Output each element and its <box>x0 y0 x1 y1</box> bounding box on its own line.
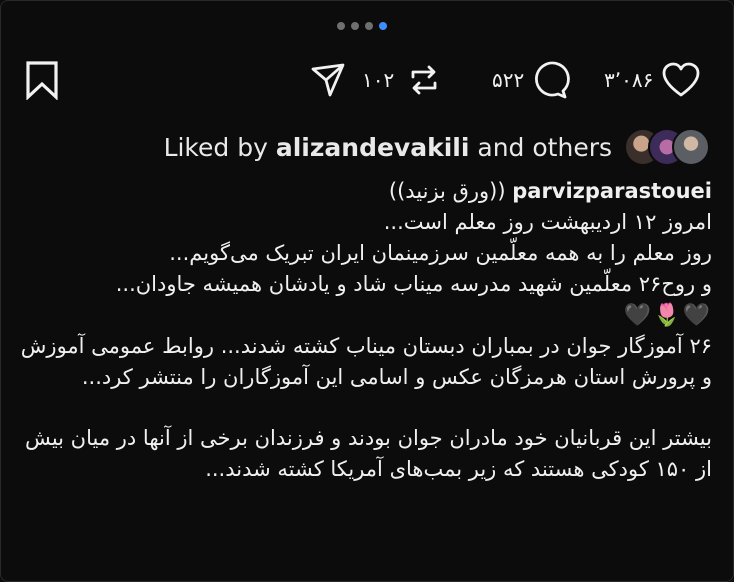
post-username[interactable]: parvizparastouei <box>512 179 712 203</box>
post-caption: parvizparastouei ((ورق بزنید)) امروز ۱۲ … <box>18 176 712 485</box>
like-group: ۳٬۰۸۶ <box>604 60 701 100</box>
liker-avatars[interactable] <box>624 128 710 166</box>
bookmark-icon[interactable] <box>24 60 60 101</box>
post-title: ((ورق بزنید)) <box>388 179 506 203</box>
liked-by-text[interactable]: Liked by alizandevakili and others <box>164 133 612 162</box>
like-count: ۳٬۰۸۶ <box>604 68 654 92</box>
repost-count: ۱۰۲ <box>362 68 395 92</box>
send-icon[interactable] <box>308 60 348 100</box>
repost-icon[interactable] <box>404 60 444 100</box>
carousel-dot-active[interactable] <box>379 22 387 30</box>
caption-line: و روح۲۶ معلّمین شهید مدرسه میناب شاد و ی… <box>115 272 712 296</box>
carousel-dot[interactable] <box>365 22 373 30</box>
action-bar: ۱۰۲ ۵۲۲ ۳٬۰۸۶ <box>0 52 734 112</box>
liked-by-prefix: Liked by <box>163 132 268 162</box>
heart-icon[interactable] <box>661 60 701 100</box>
caption-line: امروز ۱۲ اردیبهشت روز معلم است... <box>383 210 712 234</box>
comment-icon[interactable] <box>530 60 571 100</box>
carousel-indicator <box>337 22 387 30</box>
liked-by-row: Liked by alizandevakili and others <box>164 128 710 166</box>
carousel-dot[interactable] <box>337 22 345 30</box>
caption-paragraph: ۲۶ آموزگار جوان در بمباران دبستان میناب … <box>20 334 712 389</box>
liked-by-suffix: and others <box>477 132 612 162</box>
carousel-dot[interactable] <box>351 22 359 30</box>
comment-group: ۵۲۲ <box>492 60 571 100</box>
liked-by-user[interactable]: alizandevakili <box>276 133 470 162</box>
caption-line: روز معلم را به همه معلّمین سرزمینمان ایر… <box>169 241 712 265</box>
emoji-line: 🖤🌷🖤 <box>623 303 712 328</box>
repost-group: ۱۰۲ <box>308 60 444 100</box>
caption-paragraph: بیشتر این قربانیان خود مادران جوان بودند… <box>25 426 712 481</box>
comment-count: ۵۲۲ <box>492 68 525 92</box>
caption-header: parvizparastouei ((ورق بزنید)) <box>18 176 712 207</box>
avatar <box>672 128 710 166</box>
